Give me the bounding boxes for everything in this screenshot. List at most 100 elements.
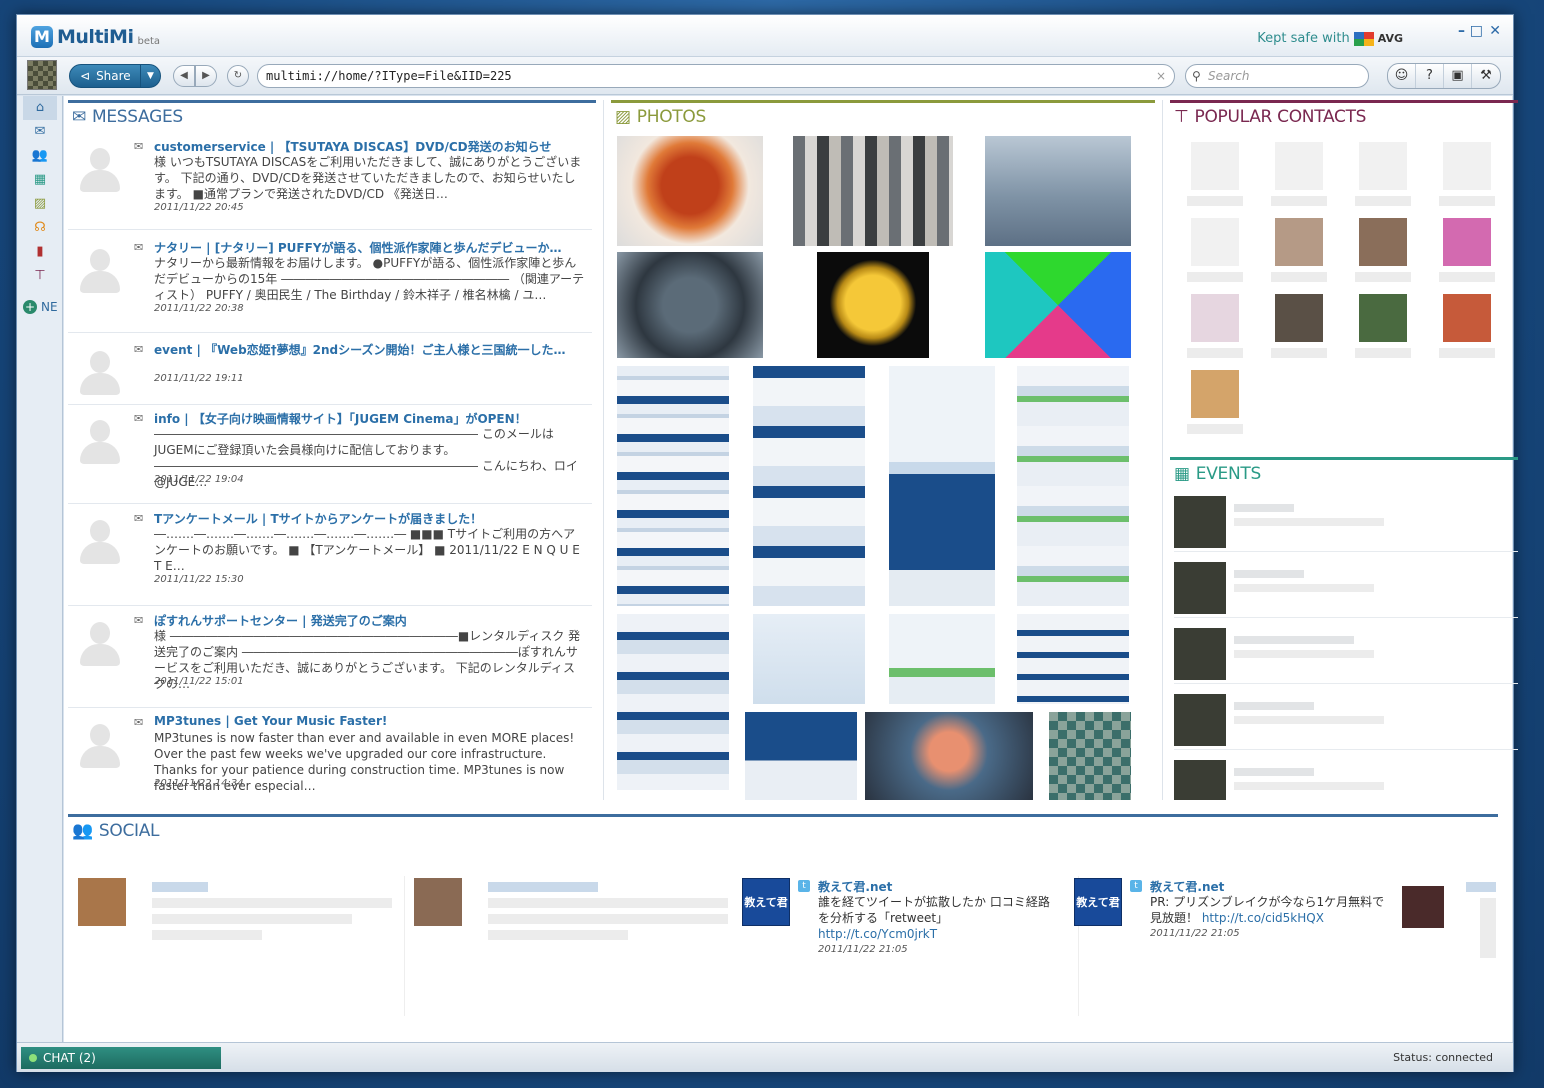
event-item[interactable] xyxy=(1174,624,1518,684)
help-icon[interactable]: ? xyxy=(1416,64,1444,88)
photo-thumbnail[interactable] xyxy=(865,712,1033,800)
sidebar-new-button[interactable]: + NE xyxy=(17,300,62,314)
contact-tile[interactable] xyxy=(1436,142,1498,212)
event-item[interactable] xyxy=(1174,690,1518,750)
sidebar-item-photos[interactable]: ▨ xyxy=(23,192,57,216)
close-icon[interactable]: ✕ xyxy=(1489,23,1501,39)
contacts-header: ⊤ POPULAR CONTACTS xyxy=(1174,107,1366,127)
screenshot-thumbnail[interactable] xyxy=(617,366,729,606)
message-title[interactable]: customerservice | 【TSUTAYA DISCAS】DVD/CD… xyxy=(154,138,586,155)
sidebar-item-home[interactable]: ⌂ xyxy=(23,96,57,120)
social-post[interactable] xyxy=(414,878,734,978)
chat-tab[interactable]: CHAT (2) xyxy=(21,1047,221,1069)
screenshot-thumbnail[interactable] xyxy=(745,712,857,800)
contact-tile[interactable] xyxy=(1436,218,1498,288)
photos-rule xyxy=(611,100,1155,103)
message-item[interactable]: ✉ ナタリー | [ナタリー] PUFFYが語る、個性派作家陣と歩んだデビューか… xyxy=(68,241,592,333)
address-bar[interactable]: multimi://home/?IType=File&IID=225 × xyxy=(257,64,1175,88)
image-icon: ▨ xyxy=(33,196,47,211)
social-post[interactable] xyxy=(78,878,398,978)
post-author[interactable]: 教えて君.net xyxy=(818,878,892,895)
photo-thumbnail[interactable] xyxy=(1049,712,1131,800)
message-title[interactable]: event | 『Web恋姫†夢想』2ndシーズン開始！ご主人様と三国統一した… xyxy=(154,341,586,358)
photo-thumbnail[interactable] xyxy=(617,136,763,246)
message-title[interactable]: Tアンケートメール | Tサイトからアンケートが届きました！ xyxy=(154,510,586,527)
sidebar-item-messages[interactable]: ✉ xyxy=(23,120,57,144)
photo-thumbnail[interactable] xyxy=(817,252,929,358)
screenshot-thumbnail[interactable] xyxy=(889,614,995,704)
sidebar-item-network[interactable]: ⊤ xyxy=(23,264,57,288)
chevron-down-icon[interactable]: ▼ xyxy=(140,65,160,87)
message-date: 2011/11/22 20:45 xyxy=(154,202,244,213)
status-bar: CHAT (2) Status: connected xyxy=(17,1042,1513,1072)
post-divider xyxy=(404,876,405,1016)
contact-tile[interactable] xyxy=(1352,294,1414,364)
contact-tile[interactable] xyxy=(1268,294,1330,364)
forward-button[interactable]: ▶ xyxy=(195,65,217,87)
smiley-icon[interactable]: ☺ xyxy=(1388,64,1416,88)
event-item[interactable] xyxy=(1174,492,1518,552)
message-item[interactable]: ✉ info | 【女子向け映画情報サイト】「JUGEM Cinema」がOPE… xyxy=(68,412,592,504)
settings-wrench-icon[interactable]: ⚒ xyxy=(1472,64,1500,88)
minimize-icon[interactable]: – xyxy=(1458,23,1465,39)
search-input[interactable]: ⚲ Search xyxy=(1185,64,1369,88)
refresh-button[interactable]: ↻ xyxy=(227,65,249,87)
post-link[interactable]: http://t.co/Ycm0jrkT xyxy=(818,927,937,941)
event-item[interactable] xyxy=(1174,558,1518,618)
screenshot-thumbnail[interactable] xyxy=(753,614,865,704)
message-item[interactable]: ✉ MP3tunes | Get Your Music Faster! MP3t… xyxy=(68,714,592,804)
sidebar-item-calendar[interactable]: ▦ xyxy=(23,168,57,192)
screenshot-thumbnail[interactable] xyxy=(1017,614,1129,704)
beta-label: beta xyxy=(137,35,161,47)
message-title[interactable]: MP3tunes | Get Your Music Faster! xyxy=(154,714,586,728)
screenshot-thumbnail[interactable] xyxy=(753,366,865,606)
user-avatar[interactable] xyxy=(27,60,57,90)
events-title: EVENTS xyxy=(1195,464,1262,484)
sidebar-item-music[interactable]: ☊ xyxy=(23,216,57,240)
contact-tile[interactable] xyxy=(1268,218,1330,288)
share-button[interactable]: ⊲ Share ▼ xyxy=(69,64,161,88)
messages-title: MESSAGES xyxy=(91,107,183,127)
message-item[interactable]: ✉ customerservice | 【TSUTAYA DISCAS】DVD/… xyxy=(68,140,592,230)
message-item[interactable]: ✉ Tアンケートメール | Tサイトからアンケートが届きました！ ―‥…‥―‥…… xyxy=(68,512,592,606)
message-title[interactable]: ぽすれんサポートセンター | 発送完了のご案内 xyxy=(154,612,586,629)
post-author[interactable]: 教えて君.net xyxy=(1150,878,1224,895)
clear-icon[interactable]: × xyxy=(1156,65,1166,87)
contact-tile[interactable] xyxy=(1184,294,1246,364)
photo-thumbnail[interactable] xyxy=(985,252,1131,358)
maximize-icon[interactable]: □ xyxy=(1470,23,1483,39)
avg-protection-badge[interactable]: Kept safe with AVG xyxy=(1257,31,1403,46)
message-item[interactable]: ✉ event | 『Web恋姫†夢想』2ndシーズン開始！ご主人様と三国統一し… xyxy=(68,343,592,405)
message-title[interactable]: ナタリー | [ナタリー] PUFFYが語る、個性派作家陣と歩んだデビューか… xyxy=(154,239,586,256)
new-label: NE xyxy=(41,300,58,314)
online-status-icon xyxy=(29,1054,37,1062)
event-item[interactable] xyxy=(1174,756,1518,800)
contact-tile[interactable] xyxy=(1184,370,1246,440)
photo-thumbnail[interactable] xyxy=(617,252,763,358)
contact-tile[interactable] xyxy=(1184,218,1246,288)
twitter-icon: t xyxy=(1130,880,1142,892)
screenshot-thumbnail[interactable] xyxy=(617,614,729,790)
message-title[interactable]: info | 【女子向け映画情報サイト】「JUGEM Cinema」がOPEN！ xyxy=(154,410,586,427)
photo-thumbnail[interactable] xyxy=(793,136,953,246)
contact-tile[interactable] xyxy=(1268,142,1330,212)
contact-tile[interactable] xyxy=(1184,142,1246,212)
post-link[interactable]: http://t.co/cid5kHQX xyxy=(1202,911,1324,925)
app-name: MultiMi xyxy=(57,26,134,48)
message-item[interactable]: ✉ ぽすれんサポートセンター | 発送完了のご案内 様 ――――――――――――… xyxy=(68,614,592,708)
sidebar-item-documents[interactable]: ▮ xyxy=(23,240,57,264)
message-preview: ナタリーから最新情報をお届けします。 ●PUFFYが語る、個性派作家陣と歩んだデ… xyxy=(154,256,585,302)
contact-tile[interactable] xyxy=(1436,294,1498,364)
back-button[interactable]: ◀ xyxy=(173,65,195,87)
profile-card-icon[interactable]: ▣ xyxy=(1444,64,1472,88)
contact-avatar xyxy=(74,416,126,468)
social-post[interactable] xyxy=(1402,878,1502,978)
screenshot-thumbnail[interactable] xyxy=(889,366,995,606)
message-date: 2011/11/22 19:11 xyxy=(154,373,244,384)
screenshot-thumbnail[interactable] xyxy=(1017,366,1129,606)
sidebar-item-contacts[interactable]: 👥 xyxy=(23,144,57,168)
contact-tile[interactable] xyxy=(1352,142,1414,212)
contact-tile[interactable] xyxy=(1352,218,1414,288)
contact-avatar xyxy=(74,245,126,297)
photo-thumbnail[interactable] xyxy=(985,136,1131,246)
